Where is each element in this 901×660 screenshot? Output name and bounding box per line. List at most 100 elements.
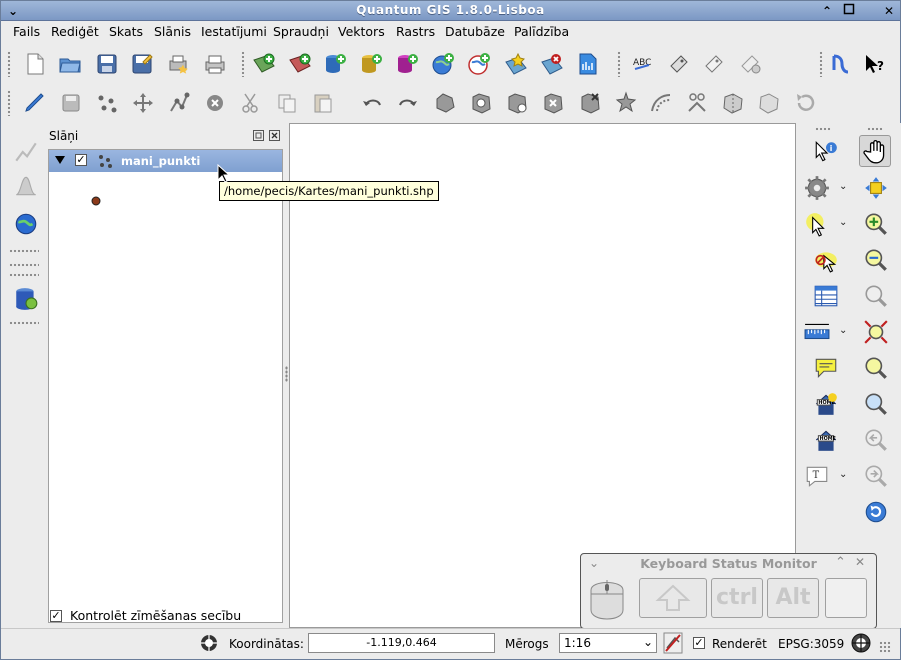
measure-dropdown-icon[interactable]: ⌄	[839, 325, 847, 336]
delete-part-icon[interactable]	[578, 91, 602, 115]
map-tips-icon[interactable]	[813, 355, 839, 381]
node-tool-icon[interactable]	[167, 91, 191, 115]
close-icon[interactable]: ✕	[881, 3, 897, 19]
annotation-dropdown-icon[interactable]: ⌄	[839, 469, 847, 480]
new-layer-file-icon[interactable]	[576, 52, 600, 76]
action-dropdown-icon[interactable]: ⌄	[839, 181, 847, 192]
remove-layer-icon[interactable]	[540, 52, 564, 76]
float-panel-icon[interactable]	[253, 130, 264, 141]
delete-ring-icon[interactable]	[541, 91, 565, 115]
zoom-next-icon[interactable]	[863, 463, 889, 489]
maximize-icon[interactable]	[841, 3, 857, 19]
layer-visibility-checkbox[interactable]: ✓	[75, 154, 87, 166]
add-postgis-layer-icon[interactable]	[323, 52, 347, 76]
pan-tool-button[interactable]	[859, 135, 891, 167]
tag-tool-icon[interactable]	[667, 52, 691, 76]
menu-help[interactable]: Palīdzība	[514, 24, 569, 39]
add-raster-layer-icon[interactable]	[288, 52, 312, 76]
crs-status-icon[interactable]	[850, 632, 872, 654]
offset-curve-icon[interactable]	[649, 91, 673, 115]
redo-icon[interactable]	[396, 91, 420, 115]
action-tool-icon[interactable]	[804, 175, 830, 201]
toolbar-grip[interactable]	[241, 51, 245, 77]
print-composer-icon[interactable]	[167, 52, 191, 76]
pin-labels-icon[interactable]	[738, 52, 762, 76]
rotate-symbols-icon[interactable]	[793, 91, 817, 115]
select-features-icon[interactable]	[804, 211, 830, 237]
georeferencer-icon[interactable]	[13, 211, 39, 237]
delete-selected-icon[interactable]	[203, 91, 227, 115]
histogram-icon[interactable]	[13, 173, 39, 199]
resize-grip[interactable]	[879, 641, 891, 653]
toolbar-grip[interactable]	[7, 51, 11, 77]
collapse-arrow-icon[interactable]	[55, 156, 65, 165]
menu-edit[interactable]: Rediģēt	[51, 24, 99, 39]
toolbar-grip[interactable]	[7, 90, 11, 116]
db-manager-icon[interactable]	[13, 286, 39, 312]
menu-file[interactable]: Fails	[13, 24, 40, 39]
split-features-icon[interactable]	[685, 91, 709, 115]
layer-tree[interactable]: ✓ mani_punkti	[48, 149, 283, 623]
ksm-minimize-icon[interactable]: ⌃	[835, 555, 846, 570]
toolbar-grip[interactable]	[617, 51, 621, 77]
zoom-last-icon[interactable]	[863, 427, 889, 453]
menu-settings[interactable]: Iestatījumi	[201, 24, 267, 39]
paste-features-icon[interactable]	[311, 91, 335, 115]
toolbar-grip[interactable]	[819, 51, 823, 77]
minimize-icon[interactable]: ⌃	[819, 3, 835, 19]
cut-features-icon[interactable]	[239, 91, 263, 115]
add-ring-icon[interactable]	[469, 91, 493, 115]
menu-plugins[interactable]: Spraudņi	[273, 24, 329, 39]
show-bookmarks-icon[interactable]: HOME	[813, 427, 839, 453]
render-order-checkbox[interactable]: ✓	[50, 610, 62, 622]
save-as-icon[interactable]	[130, 52, 154, 76]
toolbar-grip[interactable]	[9, 263, 39, 267]
toolbar-grip[interactable]	[867, 127, 883, 131]
panel-splitter[interactable]	[285, 366, 288, 382]
zoom-to-layer-icon[interactable]	[863, 355, 889, 381]
menu-layer[interactable]: Slānis	[154, 24, 191, 39]
python-console-icon[interactable]	[829, 52, 853, 76]
spell-check-icon[interactable]: ABC	[631, 52, 655, 76]
menu-vector[interactable]: Vektors	[338, 24, 385, 39]
zoom-actual-size-icon[interactable]	[863, 283, 889, 309]
crs-label[interactable]: EPSG:3059	[778, 637, 844, 651]
toolbar-grip[interactable]	[9, 273, 39, 277]
zoom-full-icon[interactable]	[863, 319, 889, 345]
attribute-table-icon[interactable]	[813, 283, 839, 309]
add-part-icon[interactable]	[505, 91, 529, 115]
save-edits-icon[interactable]	[59, 91, 83, 115]
add-vector-layer-icon[interactable]	[252, 52, 276, 76]
scale-combo[interactable]: 1:16 ⌄	[559, 633, 657, 653]
add-wfs-layer-icon[interactable]	[467, 52, 491, 76]
toolbar-grip[interactable]	[815, 127, 831, 131]
new-project-icon[interactable]	[23, 52, 47, 76]
merge-features-icon[interactable]	[721, 91, 745, 115]
zoom-to-selection-icon[interactable]	[863, 391, 889, 417]
toggle-editing-icon[interactable]	[23, 91, 47, 115]
scale-dropdown-icon[interactable]: ⌄	[643, 635, 653, 649]
zoom-in-icon[interactable]	[863, 211, 889, 237]
refresh-icon[interactable]	[863, 499, 889, 525]
coordinate-toggle-icon[interactable]	[199, 633, 219, 653]
text-annotation-icon[interactable]: T	[804, 463, 830, 489]
render-checkbox[interactable]: ✓	[693, 637, 705, 649]
open-project-icon[interactable]	[58, 52, 82, 76]
add-feature-icon[interactable]	[95, 91, 119, 115]
deselect-features-icon[interactable]	[813, 247, 839, 273]
move-feature-icon[interactable]	[131, 91, 155, 115]
label-tool-icon[interactable]	[702, 52, 726, 76]
toolbar-grip[interactable]	[9, 321, 39, 325]
identify-features-icon[interactable]: i	[813, 139, 839, 165]
toolbar-grip[interactable]	[9, 249, 39, 253]
copy-features-icon[interactable]	[275, 91, 299, 115]
save-project-icon[interactable]	[95, 52, 119, 76]
undo-icon[interactable]	[360, 91, 384, 115]
menu-database[interactable]: Datubāze	[445, 24, 505, 39]
measure-line-icon[interactable]	[804, 319, 830, 345]
new-bookmark-icon[interactable]: HOME	[813, 391, 839, 417]
coordinate-field[interactable]: -1.119,0.464	[308, 633, 495, 653]
ksm-close-icon[interactable]: ✕	[855, 555, 865, 569]
pan-to-selection-icon[interactable]	[863, 175, 889, 201]
print-icon[interactable]	[203, 52, 227, 76]
